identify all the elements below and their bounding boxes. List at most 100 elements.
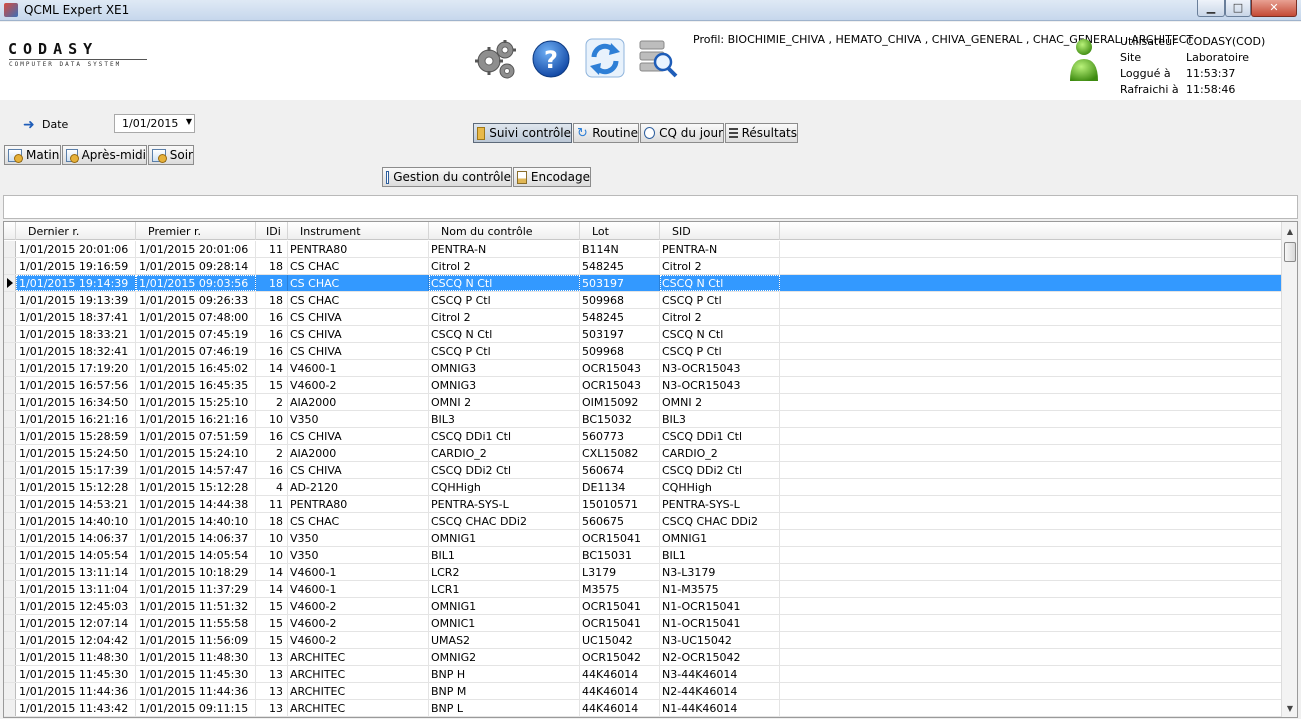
column-header-dernier[interactable]: Dernier r. [16,222,136,240]
row-selector[interactable] [4,275,16,291]
vertical-scrollbar[interactable]: ▲ ▼ [1281,222,1297,717]
row-selector[interactable] [4,394,16,410]
tab-cq-du-jour[interactable]: CQ du jour [640,123,724,143]
row-selector[interactable] [4,462,16,478]
table-row[interactable]: 1/01/2015 14:05:54 1/01/2015 14:05:54 10 V3… [4,547,1282,564]
row-selector[interactable] [4,683,16,699]
column-header-instrument[interactable]: Instrument [288,222,429,240]
row-selector[interactable] [4,632,16,648]
table-row[interactable]: 1/01/2015 16:21:16 1/01/2015 16:21:16 10 V3… [4,411,1282,428]
table-row[interactable]: 1/01/2015 15:12:28 1/01/2015 15:12:28 4 AD-… [4,479,1282,496]
cell-lot: OCR15041 [580,598,660,614]
cell-lot: 44K46014 [580,666,660,682]
clock-icon [644,127,656,139]
column-header-idi[interactable]: IDi [256,222,288,240]
table-row[interactable]: 1/01/2015 17:19:20 1/01/2015 16:45:02 14 V4… [4,360,1282,377]
row-selector[interactable] [4,496,16,512]
row-selector[interactable] [4,445,16,461]
table-row[interactable]: 1/01/2015 14:40:10 1/01/2015 14:40:10 18 CS… [4,513,1282,530]
table-row[interactable]: 1/01/2015 14:06:37 1/01/2015 14:06:37 10 V3… [4,530,1282,547]
table-row[interactable]: 1/01/2015 12:07:14 1/01/2015 11:55:58 15 V4… [4,615,1282,632]
scroll-up-icon[interactable]: ▲ [1282,224,1297,240]
maximize-button[interactable]: □ [1225,0,1251,17]
cell-dernier: 1/01/2015 18:37:41 [16,309,136,325]
soir-button[interactable]: Soir [148,145,194,165]
table-row[interactable]: 1/01/2015 12:04:42 1/01/2015 11:56:09 15 V4… [4,632,1282,649]
table-row[interactable]: 1/01/2015 11:48:30 1/01/2015 11:48:30 13 AR… [4,649,1282,666]
cell-premier: 1/01/2015 07:46:19 [136,343,256,359]
row-selector[interactable] [4,428,16,444]
table-row[interactable]: 1/01/2015 13:11:04 1/01/2015 11:37:29 14 V4… [4,581,1282,598]
row-selector[interactable] [4,258,16,274]
table-row[interactable]: 1/01/2015 15:24:50 1/01/2015 15:24:10 2 AIA… [4,445,1282,462]
chevron-down-icon[interactable]: ▼ [186,117,192,126]
gestion-controle-button[interactable]: Gestion du contrôle [382,167,512,187]
row-selector[interactable] [4,564,16,580]
table-row[interactable]: 1/01/2015 18:37:41 1/01/2015 07:48:00 16 CS… [4,309,1282,326]
cell-instrument: ARCHITEC [288,683,429,699]
row-selector[interactable] [4,309,16,325]
row-selector[interactable] [4,649,16,665]
row-selector[interactable] [4,530,16,546]
minimize-button[interactable]: ▁ [1197,0,1225,17]
table-row[interactable]: 1/01/2015 18:33:21 1/01/2015 07:45:19 16 CS… [4,326,1282,343]
close-button[interactable]: ✕ [1251,0,1297,17]
row-selector[interactable] [4,513,16,529]
table-row[interactable]: 1/01/2015 11:44:36 1/01/2015 11:44:36 13 AR… [4,683,1282,700]
cell-premier: 1/01/2015 11:37:29 [136,581,256,597]
help-icon[interactable]: ? [531,37,579,83]
table-row[interactable]: 1/01/2015 19:16:59 1/01/2015 09:28:14 18 CS… [4,258,1282,275]
table-row[interactable]: 1/01/2015 16:57:56 1/01/2015 16:45:35 15 V4… [4,377,1282,394]
row-selector[interactable] [4,377,16,393]
row-filler [780,309,1282,325]
table-row[interactable]: 1/01/2015 11:43:42 1/01/2015 09:11:15 13 AR… [4,700,1282,717]
table-row[interactable]: 1/01/2015 19:13:39 1/01/2015 09:26:33 18 CS… [4,292,1282,309]
scroll-thumb[interactable] [1284,242,1296,262]
table-row[interactable]: 1/01/2015 16:34:50 1/01/2015 15:25:10 2 AIA… [4,394,1282,411]
refresh-icon[interactable] [584,37,632,83]
table-row[interactable]: 1/01/2015 15:17:39 1/01/2015 14:57:47 16 CS… [4,462,1282,479]
search-database-icon[interactable] [636,37,684,83]
cell-idi: 13 [256,700,288,716]
row-selector[interactable] [4,581,16,597]
scroll-down-icon[interactable]: ▼ [1282,701,1297,717]
row-selector[interactable] [4,598,16,614]
encodage-button[interactable]: Encodage [513,167,591,187]
table-row[interactable]: 1/01/2015 12:45:03 1/01/2015 11:51:32 15 V4… [4,598,1282,615]
cell-nom-controle: BIL1 [429,547,580,563]
cell-instrument: CS CHIVA [288,326,429,342]
row-selector[interactable] [4,292,16,308]
control-results-table[interactable]: Dernier r. Premier r. IDi Instrument Nom… [3,221,1298,718]
row-selector[interactable] [4,241,16,257]
tab-resultats[interactable]: Résultats [725,123,798,143]
row-selector[interactable] [4,479,16,495]
row-selector[interactable] [4,666,16,682]
row-selector[interactable] [4,411,16,427]
table-row[interactable]: 1/01/2015 18:32:41 1/01/2015 07:46:19 16 CS… [4,343,1282,360]
column-header-premier[interactable]: Premier r. [136,222,256,240]
row-selector[interactable] [4,360,16,376]
tab-suivi-controle[interactable]: Suivi contrôle [473,123,572,143]
table-row[interactable]: 1/01/2015 20:01:06 1/01/2015 20:01:06 11 PE… [4,241,1282,258]
table-row[interactable]: 1/01/2015 19:14:39 1/01/2015 09:03:56 18 CS… [4,275,1282,292]
tab-routine[interactable]: ↻ Routine [573,123,639,143]
table-row[interactable]: 1/01/2015 11:45:30 1/01/2015 11:45:30 13 AR… [4,666,1282,683]
row-selector[interactable] [4,343,16,359]
settings-gears-icon[interactable] [472,37,520,83]
table-row[interactable]: 1/01/2015 14:53:21 1/01/2015 14:44:38 11 PE… [4,496,1282,513]
column-header-sid[interactable]: SID [660,222,780,240]
column-header-lot[interactable]: Lot [580,222,660,240]
filter-bar[interactable] [3,195,1298,219]
row-selector[interactable] [4,615,16,631]
row-selector[interactable] [4,700,16,716]
date-picker[interactable]: 1/01/2015 ▼ [114,114,195,133]
cell-dernier: 1/01/2015 19:16:59 [16,258,136,274]
row-selector[interactable] [4,547,16,563]
matin-button[interactable]: Matin [4,145,61,165]
table-row[interactable]: 1/01/2015 15:28:59 1/01/2015 07:51:59 16 CS… [4,428,1282,445]
row-selector[interactable] [4,326,16,342]
cell-sid: CSCQ P Ctl [660,343,780,359]
column-header-nom-controle[interactable]: Nom du contrôle [429,222,580,240]
table-row[interactable]: 1/01/2015 13:11:14 1/01/2015 10:18:29 14 V4… [4,564,1282,581]
apres-midi-button[interactable]: Après-midi [62,145,147,165]
